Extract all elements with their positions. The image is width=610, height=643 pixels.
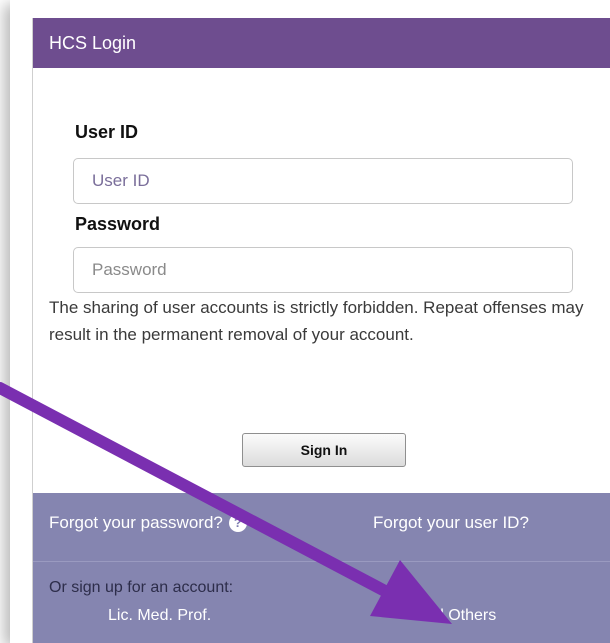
screenshot-stage: HCS Login User ID Password The sharing o… [0,0,610,643]
account-help-band: Forgot your password? ? Forgot your user… [33,493,610,643]
signup-prompt: Or sign up for an account: [49,579,234,596]
forgot-user-id-link[interactable]: Forgot your user ID? [373,513,529,533]
user-id-input[interactable] [73,158,573,204]
password-input[interactable] [73,247,573,293]
signup-all-others-link[interactable]: All Others [426,607,496,625]
user-id-label: User ID [75,122,139,142]
help-question-icon[interactable]: ? [228,514,247,532]
panel-header: HCS Login [33,18,610,68]
forgot-row: Forgot your password? ? Forgot your user… [33,493,610,562]
forgot-password-label: Forgot your password? [49,513,223,532]
signup-lic-med-prof-link[interactable]: Lic. Med. Prof. [108,607,211,625]
login-panel: HCS Login User ID Password The sharing o… [32,18,610,643]
forgot-password-link[interactable]: Forgot your password? ? [49,513,247,533]
password-label: Password [75,214,161,234]
account-sharing-notice: The sharing of user accounts is strictly… [49,298,584,344]
sign-in-button[interactable]: Sign In [242,433,406,467]
panel-title: HCS Login [49,33,137,53]
